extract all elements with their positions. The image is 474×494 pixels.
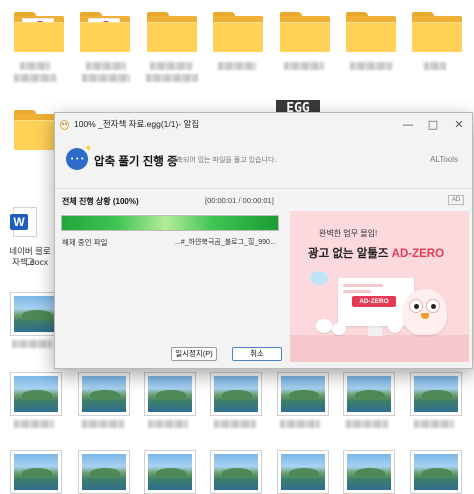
blurred-file-label [414, 420, 454, 428]
blurred-file-label [346, 420, 388, 428]
image-thumbnail[interactable] [277, 450, 329, 494]
progress-bar [61, 215, 279, 231]
word-file-label-line2: 자책.docx [12, 257, 48, 267]
dialog-header: ••• ✦ 압축 풀기 진행 중 압축되어 있는 파일을 풀고 있습니다. AL… [55, 137, 472, 189]
folder-icon[interactable] [80, 12, 130, 52]
header-title: 압축 풀기 진행 중 [94, 156, 178, 168]
image-thumbnail[interactable] [343, 372, 395, 416]
window-title: 100% _전자책 자료.egg(1/1)- 알집 [74, 119, 200, 129]
brand-label: ALTools [430, 155, 458, 164]
monitor-badge: AD-ZERO [352, 296, 396, 307]
ad-title-prefix: 광고 없는 알툴즈 [308, 248, 392, 260]
cloud-icon [310, 271, 328, 285]
small-mascot-icon [388, 319, 402, 333]
image-thumbnail[interactable] [343, 450, 395, 494]
blurred-file-label [20, 62, 50, 70]
image-thumbnail[interactable] [210, 372, 262, 416]
blurred-file-label [82, 420, 124, 428]
image-thumbnail[interactable] [144, 450, 196, 494]
alzip-egg-icon [60, 120, 69, 130]
ad-title-highlight: AD-ZERO [391, 248, 445, 260]
folder-icon[interactable] [147, 12, 197, 52]
blurred-file-label [218, 62, 256, 70]
blurred-file-label [148, 420, 188, 428]
image-thumbnail[interactable] [78, 372, 130, 416]
blurred-file-label [14, 420, 54, 428]
cancel-button[interactable]: 취소 [232, 347, 282, 361]
extract-progress-dialog: 100% _전자책 자료.egg(1/1)- 알집 — □ ✕ ••• ✦ 압축… [54, 112, 473, 369]
folder-icon[interactable] [280, 12, 330, 52]
blurred-file-label [82, 74, 130, 82]
dialog-titlebar[interactable]: 100% _전자책 자료.egg(1/1)- 알집 — □ ✕ [55, 113, 472, 137]
blurred-file-label [214, 420, 256, 428]
small-mascot-icon [332, 323, 346, 335]
folder-icon[interactable] [213, 12, 263, 52]
current-file-name: ...#_하얀북극곰_블로그_힐_990... [175, 239, 276, 246]
image-thumbnail[interactable] [10, 372, 62, 416]
image-thumbnail[interactable] [10, 450, 62, 494]
blurred-file-label [424, 62, 446, 70]
folder-icon[interactable] [412, 12, 462, 52]
ad-tag: AD [448, 195, 464, 205]
ad-title: 광고 없는 알툴즈 AD-ZERO [308, 245, 444, 261]
blurred-file-label [146, 74, 198, 82]
pause-button[interactable]: 일시정지(P) [171, 347, 217, 361]
blurred-file-label [14, 74, 56, 82]
extract-progress-icon: ••• ✦ [66, 144, 92, 170]
image-thumbnail[interactable] [277, 372, 329, 416]
monitor-stand [368, 326, 382, 336]
image-thumbnail[interactable] [410, 372, 462, 416]
blurred-file-label [86, 62, 126, 70]
maximize-icon[interactable]: □ [425, 117, 441, 133]
minimize-icon[interactable]: — [400, 117, 416, 133]
image-thumbnail[interactable] [410, 450, 462, 494]
progress-fill [62, 216, 278, 230]
current-file-label: 해제 중인 파일 [62, 238, 108, 247]
small-mascot-icon [316, 319, 332, 333]
folder-icon[interactable] [14, 12, 64, 52]
blurred-file-label [12, 340, 52, 348]
header-subtitle: 압축되어 있는 파일을 풀고 있습니다. [170, 157, 277, 164]
image-thumbnail[interactable] [78, 450, 130, 494]
ad-headline: 완벽한 업무 몰입! [319, 229, 378, 238]
blurred-file-label [150, 62, 192, 70]
blurred-file-label [280, 420, 320, 428]
ad-banner[interactable]: 완벽한 업무 몰입! 광고 없는 알툴즈 AD-ZERO AD-ZERO [290, 211, 469, 362]
blurred-file-label [350, 62, 392, 70]
close-icon[interactable]: ✕ [451, 117, 467, 133]
image-thumbnail[interactable] [144, 372, 196, 416]
image-thumbnail[interactable] [210, 450, 262, 494]
blurred-file-label [284, 62, 324, 70]
mascot-icon [403, 289, 447, 335]
folder-icon[interactable] [346, 12, 396, 52]
desk-illustration [290, 335, 469, 362]
word-document-icon[interactable]: W [10, 207, 37, 237]
progress-time: [00:00:01 / 00:00:01] [205, 196, 274, 205]
progress-label: 전체 진행 상황 (100%) [62, 197, 139, 206]
